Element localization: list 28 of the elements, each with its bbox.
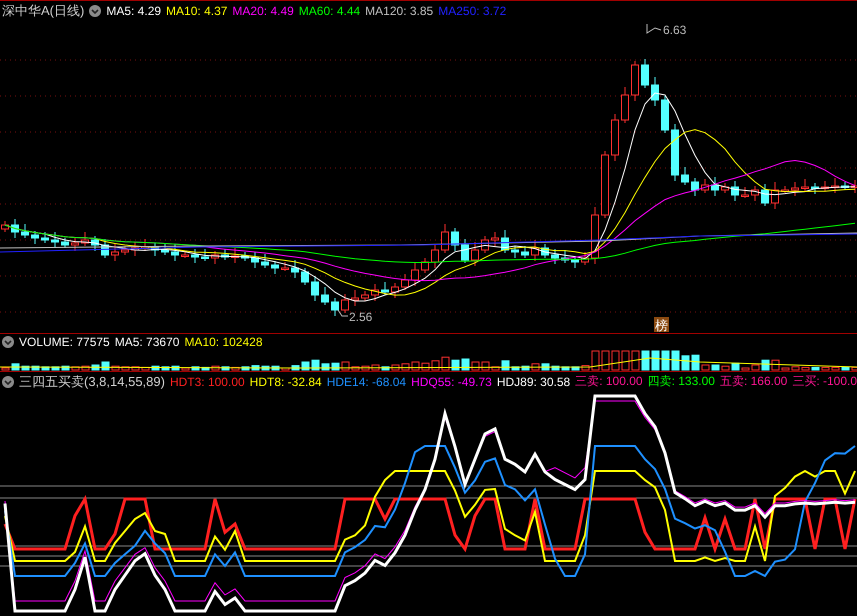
legend-value: MA10: 102428 <box>184 335 262 349</box>
legend-value: HDE14: -68.04 <box>326 374 406 388</box>
rank-badge: 榜 <box>654 317 669 333</box>
legend-value: HDQ55: -49.73 <box>411 374 492 388</box>
low-price-label: 2.56 <box>349 310 372 324</box>
legend-value: MA20: 4.49 <box>232 4 294 18</box>
legend-value: MA250: 3.72 <box>438 4 506 18</box>
legend-value: MA120: 3.85 <box>365 4 434 18</box>
legend-value: 四卖: 133.00 <box>648 373 715 390</box>
legend-value: 五卖: 166.00 <box>720 373 788 390</box>
legend-value: HDJ89: 30.58 <box>496 374 570 388</box>
legend-value: 三买: -100.0 <box>792 373 857 390</box>
legend-value: MA60: 4.44 <box>298 4 360 18</box>
chevron-down-icon[interactable] <box>89 4 102 16</box>
legend-value: HDT3: 100.00 <box>170 374 245 388</box>
high-price-label: 6.63 <box>663 23 686 37</box>
legend-value: MA5: 4.29 <box>106 4 162 18</box>
indicator-title: 三四五买卖(3,8,14,55,89) <box>19 372 165 390</box>
legend-value: MA5: 73670 <box>114 335 180 349</box>
legend-value: VOLUME: 77575 <box>19 335 110 349</box>
legend-value: HDT8: -32.84 <box>250 374 322 388</box>
legend-value: 三卖: 100.00 <box>575 373 643 390</box>
legend-value: MA10: 4.37 <box>166 4 228 18</box>
leader-line <box>646 24 662 34</box>
leader-line <box>338 310 348 316</box>
chevron-down-icon[interactable] <box>2 336 14 348</box>
chevron-down-icon[interactable] <box>2 376 14 388</box>
chart-title: 深中华A(日线) <box>2 2 84 20</box>
